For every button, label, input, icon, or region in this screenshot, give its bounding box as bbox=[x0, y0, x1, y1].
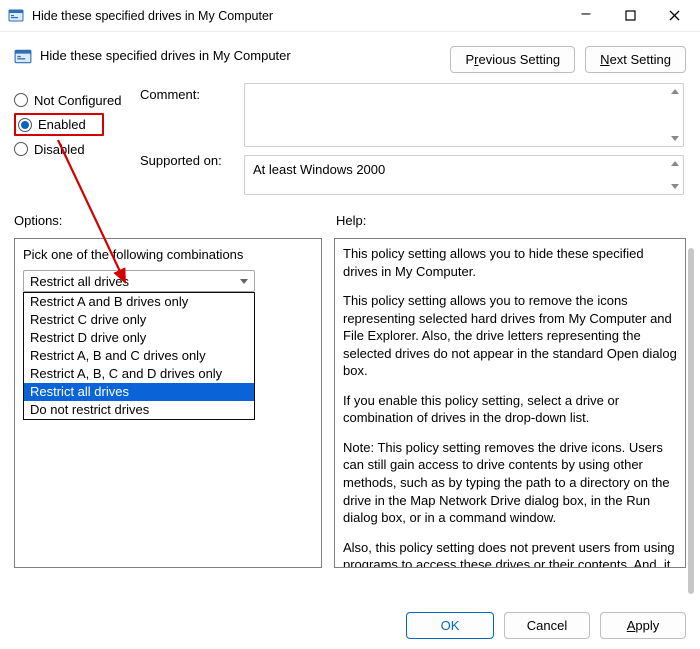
window-title: Hide these specified drives in My Comput… bbox=[32, 9, 564, 23]
pick-label: Pick one of the following combinations bbox=[23, 247, 313, 262]
options-panel: Pick one of the following combinations R… bbox=[14, 238, 322, 568]
help-panel: This policy setting allows you to hide t… bbox=[334, 238, 686, 568]
dropdown-option[interactable]: Restrict A, B, C and D drives only bbox=[24, 365, 254, 383]
previous-setting-button[interactable]: Previous Setting bbox=[450, 46, 575, 73]
dialog-title: Hide these specified drives in My Comput… bbox=[40, 46, 450, 63]
scrollbar[interactable] bbox=[688, 248, 694, 594]
dialog-footer: OK Cancel Apply bbox=[406, 612, 686, 639]
comment-field[interactable] bbox=[244, 83, 684, 147]
dropdown-option[interactable]: Restrict all drives bbox=[24, 383, 254, 401]
supported-field: At least Windows 2000 bbox=[244, 155, 684, 195]
state-radios: Not Configured Enabled Disabled bbox=[14, 83, 132, 195]
window-titlebar: Hide these specified drives in My Comput… bbox=[0, 0, 700, 32]
comment-label: Comment: bbox=[140, 87, 236, 149]
radio-icon bbox=[14, 93, 28, 107]
help-text: This policy setting allows you to hide t… bbox=[343, 245, 677, 568]
chevron-down-icon bbox=[240, 279, 248, 284]
policy-icon bbox=[14, 48, 32, 66]
dropdown-option[interactable]: Restrict A and B drives only bbox=[24, 293, 254, 311]
radio-icon bbox=[14, 142, 28, 156]
dropdown-option[interactable]: Do not restrict drives bbox=[24, 401, 254, 419]
scroll-down-icon[interactable] bbox=[671, 136, 679, 141]
close-button[interactable] bbox=[652, 1, 696, 31]
scroll-up-icon[interactable] bbox=[671, 89, 679, 94]
dropdown-option[interactable]: Restrict D drive only bbox=[24, 329, 254, 347]
ok-button[interactable]: OK bbox=[406, 612, 494, 639]
radio-disabled[interactable]: Disabled bbox=[14, 136, 132, 162]
cancel-button[interactable]: Cancel bbox=[504, 612, 590, 639]
radio-enabled[interactable]: Enabled bbox=[18, 117, 86, 132]
maximize-button[interactable] bbox=[608, 1, 652, 31]
dialog-header: Hide these specified drives in My Comput… bbox=[0, 32, 700, 79]
help-section-label: Help: bbox=[336, 213, 686, 228]
scroll-up-icon[interactable] bbox=[671, 161, 679, 166]
apply-button[interactable]: Apply bbox=[600, 612, 686, 639]
drives-combobox[interactable]: Restrict all drives bbox=[23, 270, 255, 292]
dropdown-option[interactable]: Restrict C drive only bbox=[24, 311, 254, 329]
app-icon bbox=[8, 8, 24, 24]
next-setting-button[interactable]: Next Setting bbox=[585, 46, 686, 73]
supported-text: At least Windows 2000 bbox=[253, 162, 385, 177]
drives-dropdown[interactable]: Restrict A and B drives onlyRestrict C d… bbox=[23, 292, 255, 420]
dropdown-option[interactable]: Restrict A, B and C drives only bbox=[24, 347, 254, 365]
enabled-highlight: Enabled bbox=[14, 113, 104, 136]
supported-label: Supported on: bbox=[140, 149, 236, 183]
options-section-label: Options: bbox=[14, 213, 328, 228]
field-labels: Comment: Supported on: bbox=[140, 83, 236, 195]
config-area: Not Configured Enabled Disabled Comment:… bbox=[0, 79, 700, 199]
scroll-down-icon[interactable] bbox=[671, 184, 679, 189]
radio-icon bbox=[18, 118, 32, 132]
minimize-button[interactable] bbox=[564, 1, 608, 31]
combobox-value: Restrict all drives bbox=[30, 274, 129, 289]
radio-not-configured[interactable]: Not Configured bbox=[14, 87, 132, 113]
